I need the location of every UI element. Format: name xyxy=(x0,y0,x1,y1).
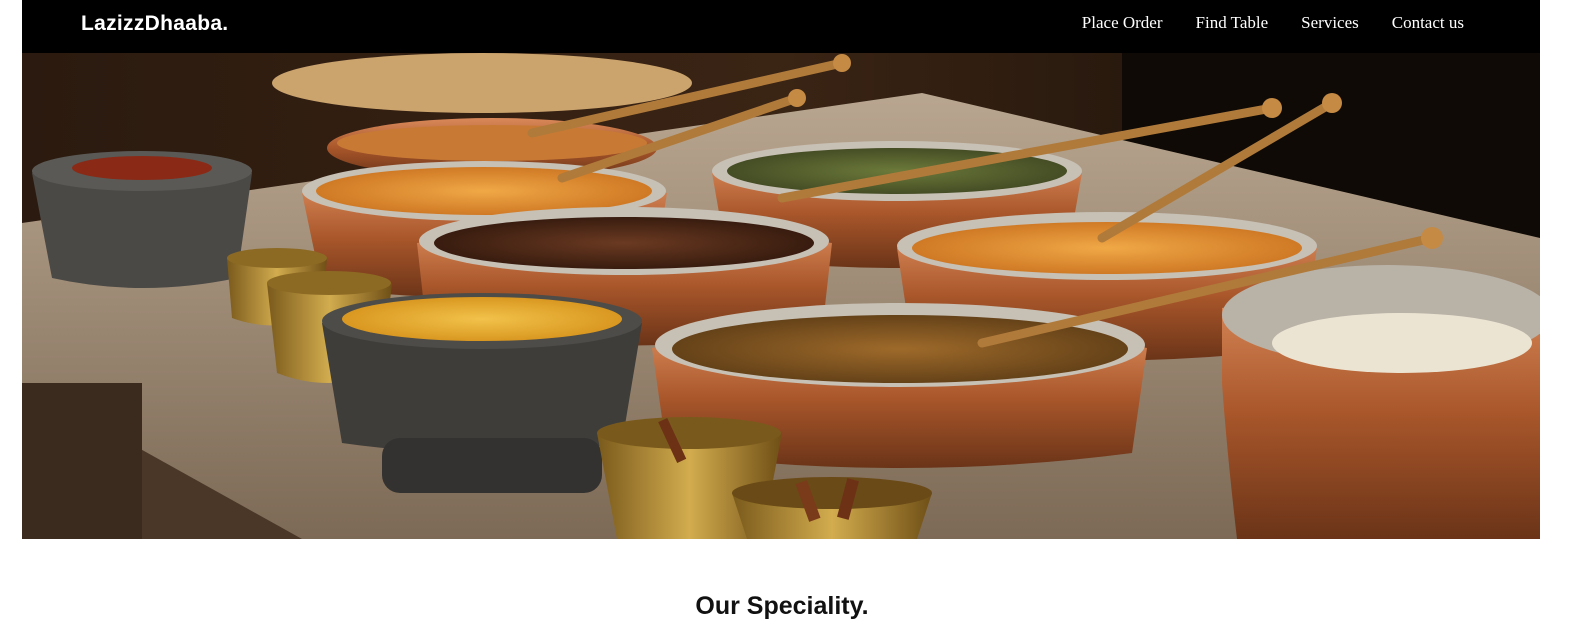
nav-contact-us[interactable]: Contact us xyxy=(1392,13,1464,33)
hero-food-illustration xyxy=(22,53,1540,539)
top-navbar: LazizzDhaaba. Place Order Find Table Ser… xyxy=(22,0,1540,53)
hero-image xyxy=(22,53,1540,539)
nav-place-order[interactable]: Place Order xyxy=(1082,13,1163,33)
nav-links: Place Order Find Table Services Contact … xyxy=(1082,13,1464,33)
nav-services[interactable]: Services xyxy=(1301,13,1359,33)
brand-logo[interactable]: LazizzDhaaba. xyxy=(81,12,228,36)
section-title-speciality: Our Speciality. xyxy=(695,592,869,620)
nav-find-table[interactable]: Find Table xyxy=(1196,13,1269,33)
